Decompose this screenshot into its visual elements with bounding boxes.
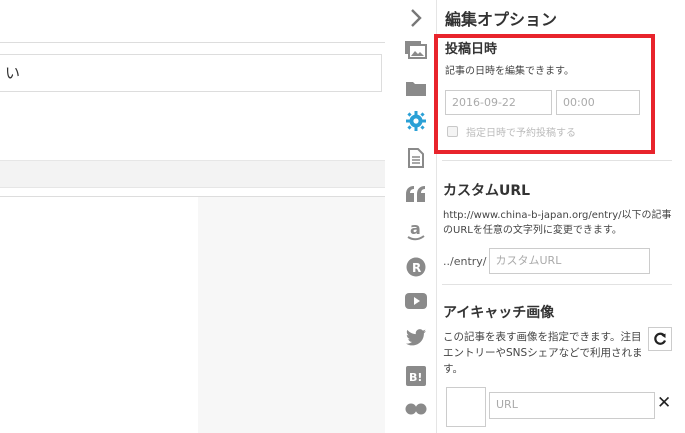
eyecatch-section: アイキャッチ画像 この記事を表す画像を指定できます。注目エントリーやSNSシェア…	[443, 302, 675, 427]
custom-url-row: ../entry/ カスタムURL	[443, 248, 650, 274]
time-input[interactable]: 00:00	[556, 90, 640, 115]
amazon-icon[interactable]: a	[404, 219, 428, 243]
gear-icon[interactable]	[404, 109, 428, 133]
editor-area: い	[0, 0, 385, 433]
hatena-bookmark-icon[interactable]: B!	[404, 364, 428, 388]
editor-top-divider	[0, 42, 385, 43]
schedule-checkbox[interactable]	[447, 126, 458, 137]
schedule-label: 指定日時で予約投稿する	[466, 128, 576, 139]
post-date-title: 投稿日時	[445, 42, 498, 57]
refresh-icon	[654, 332, 667, 345]
custom-url-section: カスタムURL http://www.china-b-japan.org/ent…	[443, 180, 675, 274]
document-icon[interactable]	[404, 146, 428, 170]
close-icon[interactable]: ✕	[657, 393, 671, 413]
post-date-description: 記事の日時を編集できます。	[445, 66, 574, 77]
option-icon-bar: a R B!	[396, 0, 436, 433]
editor-side-pane	[198, 197, 385, 433]
title-input[interactable]: い	[0, 54, 382, 92]
svg-text:R: R	[412, 261, 421, 275]
folder-icon[interactable]	[404, 76, 428, 100]
custom-url-title: カスタムURL	[443, 183, 531, 199]
eyecatch-description: この記事を表す画像を指定できます。注目エントリーやSNSシェアなどで利用されます…	[443, 331, 643, 375]
section-divider	[442, 284, 672, 285]
images-icon[interactable]	[404, 38, 428, 62]
svg-text:B!: B!	[409, 371, 422, 384]
custom-url-input[interactable]: カスタムURL	[488, 248, 650, 274]
panel-title: 編集オプション	[445, 10, 558, 29]
eyecatch-thumbnail[interactable]	[446, 387, 486, 427]
date-input[interactable]: 2016-09-22	[445, 90, 552, 115]
rakuten-icon[interactable]: R	[404, 255, 428, 279]
youtube-icon[interactable]	[404, 289, 428, 313]
chevron-right-icon[interactable]	[404, 6, 428, 30]
flickr-icon[interactable]	[404, 397, 428, 421]
quote-icon[interactable]	[404, 182, 428, 206]
eyecatch-title: アイキャッチ画像	[443, 305, 555, 321]
section-divider	[442, 160, 672, 161]
refresh-button[interactable]	[648, 327, 672, 351]
eyecatch-url-input[interactable]: URL	[489, 392, 655, 419]
schedule-checkbox-row[interactable]: 指定日時で予約投稿する	[447, 124, 576, 139]
svg-text:a: a	[410, 220, 421, 238]
editor-toolbar-strip	[0, 160, 385, 188]
post-date-section: 投稿日時 記事の日時を編集できます。 2016-09-22 00:00 指定日時…	[445, 38, 675, 139]
custom-url-prefix: ../entry/	[443, 254, 487, 268]
twitter-icon[interactable]	[404, 325, 428, 349]
custom-url-description: http://www.china-b-japan.org/entry/以下の記事…	[443, 210, 672, 236]
